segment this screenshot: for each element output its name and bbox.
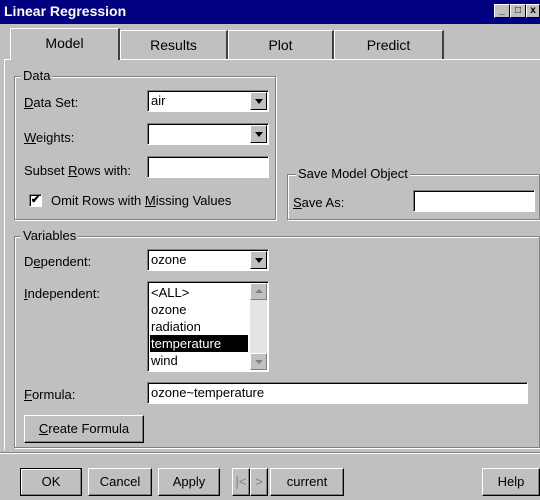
scroll-down-icon[interactable] xyxy=(250,353,267,370)
current-record-button[interactable]: current xyxy=(270,468,344,496)
minimize-icon[interactable]: _ xyxy=(494,4,510,18)
cancel-button[interactable]: Cancel xyxy=(88,468,152,496)
independent-scrollbar[interactable] xyxy=(250,283,267,370)
weights-label: Weights: xyxy=(24,130,75,145)
list-item[interactable]: <ALL> xyxy=(150,284,248,301)
first-record-button[interactable]: |< xyxy=(232,468,250,496)
dependent-combo[interactable]: ozone xyxy=(147,249,269,271)
list-item[interactable]: wind xyxy=(150,352,248,369)
dependent-label: Dependent: xyxy=(24,254,92,269)
omit-missing-label[interactable]: Omit Rows with Missing Values xyxy=(51,193,231,208)
checkmark-icon: ✔ xyxy=(30,194,41,206)
independent-listbox[interactable]: <ALL> ozone radiation temperature wind xyxy=(147,281,269,372)
next-record-button[interactable]: > xyxy=(250,468,268,496)
create-formula-label: reate Formula xyxy=(48,421,130,436)
omit-missing-checkbox[interactable]: ✔ xyxy=(29,194,42,207)
subset-input[interactable] xyxy=(147,156,269,178)
close-icon[interactable]: x xyxy=(526,4,540,18)
save-as-input[interactable] xyxy=(413,190,535,212)
bottom-separator xyxy=(0,452,540,454)
list-item[interactable]: radiation xyxy=(150,318,248,335)
formula-label: Formula: xyxy=(24,387,76,402)
dependent-value: ozone xyxy=(151,252,187,267)
scroll-up-icon[interactable] xyxy=(250,283,267,300)
dataset-label: Data Set: xyxy=(24,95,79,110)
help-button[interactable]: Help xyxy=(482,468,540,496)
list-item[interactable]: ozone xyxy=(150,301,248,318)
tab-predict-label: Predict xyxy=(366,37,411,53)
tab-plot[interactable]: Plot xyxy=(228,30,334,59)
apply-button[interactable]: Apply xyxy=(158,468,220,496)
create-formula-button[interactable]: Create Formula xyxy=(24,415,144,443)
weights-dropdown-button[interactable] xyxy=(250,125,267,143)
dependent-dropdown-button[interactable] xyxy=(250,251,267,269)
linear-regression-dialog: Linear Regression _ □ x Model Results Pl… xyxy=(0,0,540,500)
title-bar[interactable]: Linear Regression _ □ x xyxy=(0,0,540,24)
formula-value: ozone~temperature xyxy=(151,385,265,400)
formula-input[interactable]: ozone~temperature xyxy=(147,382,528,404)
tab-results[interactable]: Results xyxy=(120,30,228,59)
weights-combo[interactable] xyxy=(147,123,269,145)
save-model-legend: Save Model Object xyxy=(296,166,410,181)
subset-label: Subset Rows with: xyxy=(24,163,131,178)
tab-model[interactable]: Model xyxy=(10,28,120,60)
dataset-combo[interactable]: air xyxy=(147,90,269,112)
variables-legend: Variables xyxy=(21,228,79,243)
tab-results-label: Results xyxy=(150,37,197,53)
save-as-label: Save As: xyxy=(293,195,345,210)
data-group-legend: Data xyxy=(21,68,53,83)
tab-plot-label: Plot xyxy=(268,37,293,53)
window-title: Linear Regression xyxy=(4,3,127,19)
tab-model-label: Model xyxy=(45,35,84,51)
dataset-value: air xyxy=(151,93,166,108)
tab-predict[interactable]: Predict xyxy=(334,30,444,59)
maximize-icon[interactable]: □ xyxy=(510,4,526,18)
ok-button[interactable]: OK xyxy=(20,468,82,496)
independent-label: Independent: xyxy=(24,286,100,301)
dataset-dropdown-button[interactable] xyxy=(250,92,267,110)
list-item-selected[interactable]: temperature xyxy=(150,335,248,352)
